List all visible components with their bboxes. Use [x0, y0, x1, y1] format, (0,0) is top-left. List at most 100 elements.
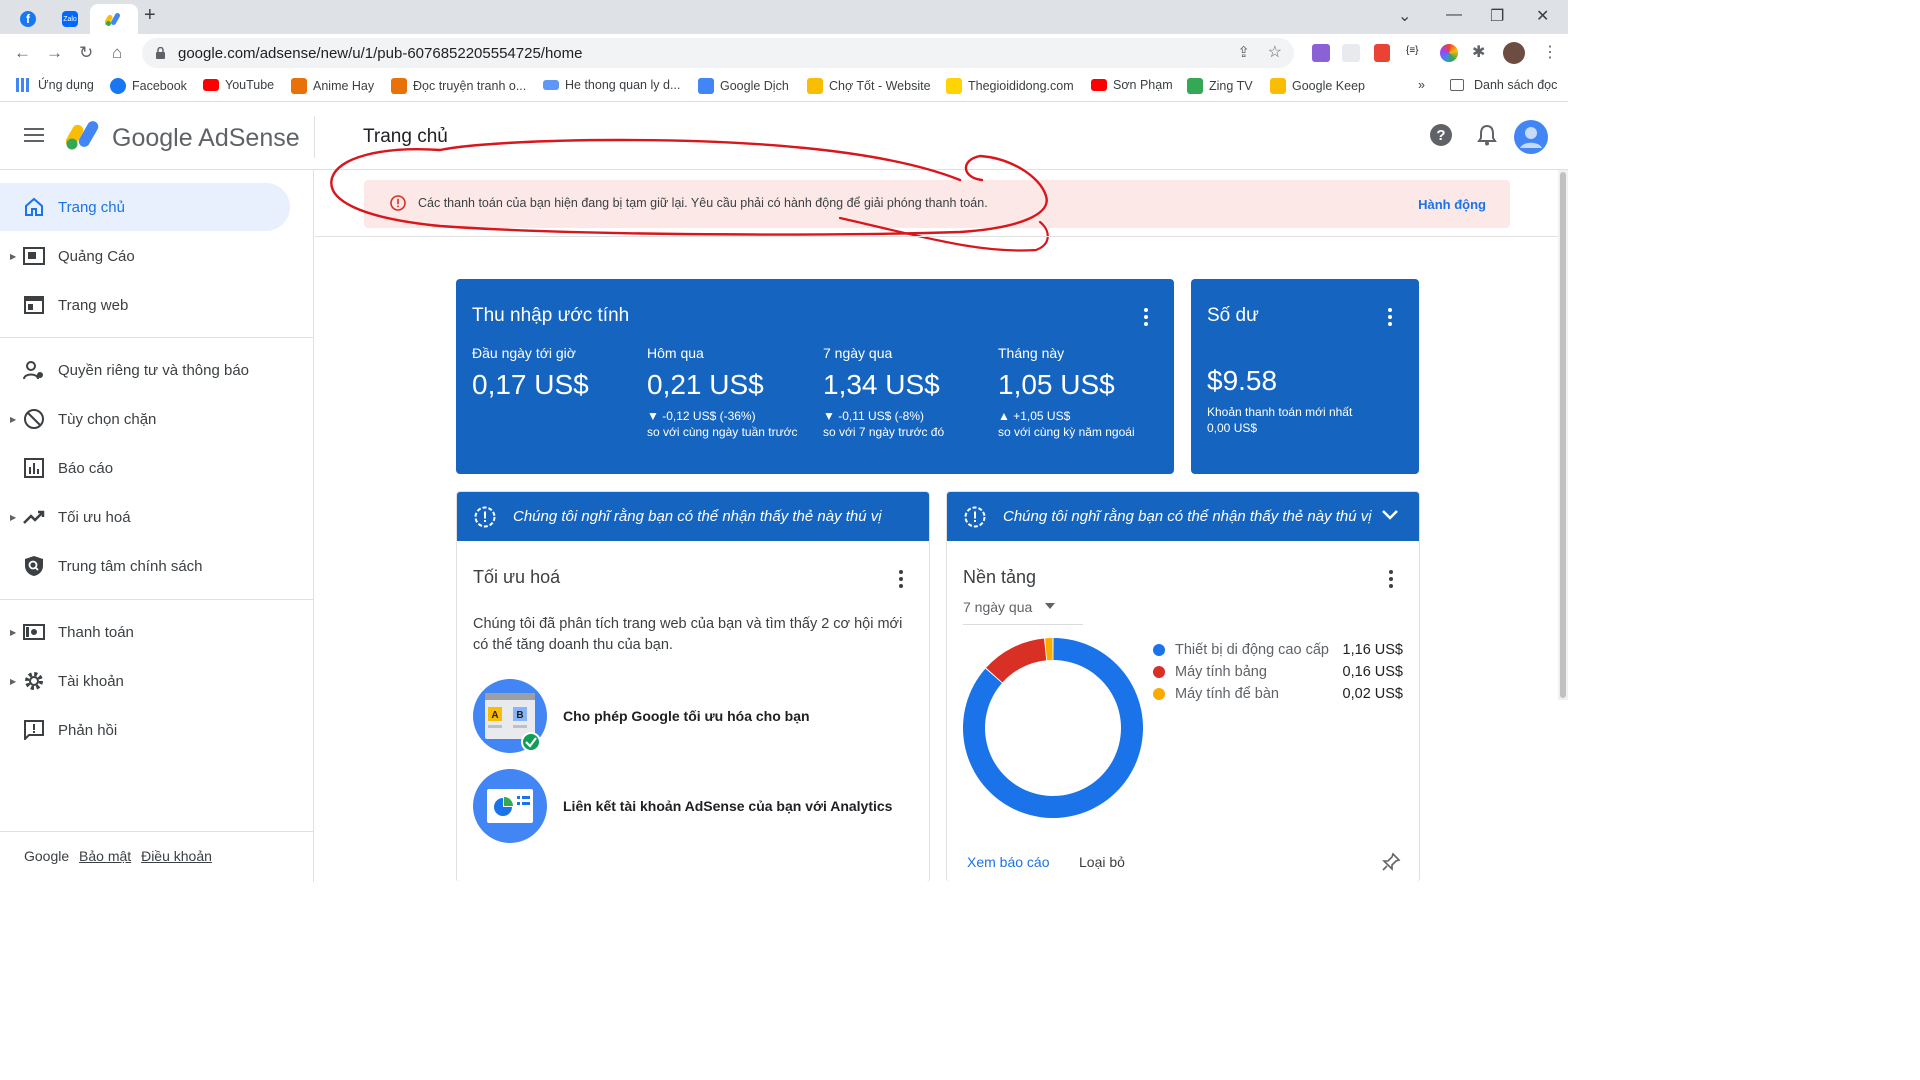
sidebar-item-feedback[interactable]: Phản hồi — [0, 706, 290, 754]
metric-comparison: so với cùng kỳ năm ngoái — [998, 425, 1135, 439]
hamburger-menu-icon[interactable] — [24, 128, 44, 142]
policy-shield-icon — [22, 554, 46, 578]
tab-zalo[interactable]: Zalo — [52, 4, 88, 34]
legend-dot — [1153, 688, 1165, 700]
extension-icon-2[interactable] — [1342, 44, 1360, 62]
minimize-button[interactable]: — — [1446, 6, 1462, 24]
account-avatar-icon[interactable] — [1514, 120, 1548, 159]
tab-facebook[interactable]: f — [8, 4, 48, 34]
extension-icon-3[interactable] — [1374, 44, 1390, 62]
profile-avatar[interactable] — [1503, 42, 1525, 64]
donut-slice-2[interactable] — [1045, 638, 1053, 661]
platform-donut-chart — [963, 638, 1143, 818]
optimization-more-options-icon[interactable] — [899, 570, 903, 591]
page-scrollbar[interactable] — [1558, 170, 1568, 700]
sidebar-item-optimization[interactable]: ▶ Tối ưu hoá — [0, 493, 290, 541]
home-icon[interactable]: ⌂ — [112, 43, 122, 63]
donut-slice-1[interactable] — [986, 638, 1047, 683]
sidebar-item-sites[interactable]: Trang web — [0, 281, 290, 329]
tab-adsense[interactable] — [90, 4, 138, 34]
platform-title: Nền tảng — [963, 567, 1037, 587]
svg-text:B: B — [516, 710, 523, 721]
reload-icon[interactable]: ↻ — [79, 43, 93, 63]
period-dropdown[interactable]: 7 ngày qua — [963, 599, 1083, 625]
notifications-bell-icon[interactable] — [1477, 124, 1497, 151]
extension-icon-4[interactable]: {≡} — [1406, 45, 1419, 56]
zalo-icon: Zalo — [62, 11, 78, 27]
bookmark-thegioididong[interactable]: Thegioididong.com — [946, 78, 1074, 94]
browser-tab-strip: f Zalo + ⌄ — ❐ ✕ — [0, 0, 1568, 34]
sidebar-item-home[interactable]: Trang chủ — [0, 183, 290, 231]
home-icon — [22, 195, 46, 219]
help-icon[interactable]: ? — [1430, 124, 1452, 151]
pin-icon[interactable] — [1381, 852, 1401, 877]
view-report-link[interactable]: Xem báo cáo — [967, 854, 1050, 870]
bookmarks-bar: Ứng dụng Facebook YouTube Anime Hay Đọc … — [0, 72, 1568, 102]
scrollbar-thumb[interactable] — [1560, 172, 1566, 698]
metric-last-7-days: 7 ngày qua 1,34 US$ ▼ -0,11 US$ (-8%) so… — [823, 345, 993, 439]
bookmark-google-dich[interactable]: Google Dịch — [698, 78, 789, 94]
sidebar-item-payments[interactable]: ▶ Thanh toán — [0, 608, 290, 656]
reading-list-button[interactable]: Danh sách đọc — [1450, 78, 1557, 92]
address-bar[interactable]: google.com/adsense/new/u/1/pub-607685220… — [142, 38, 1294, 68]
color-picker-icon[interactable] — [1440, 44, 1458, 62]
google-keep-icon — [1270, 78, 1286, 94]
sidebar-item-account[interactable]: ▶ Tài khoản — [0, 657, 290, 705]
sidebar-item-policy-center[interactable]: Trung tâm chính sách — [0, 542, 290, 590]
restore-button[interactable]: ❐ — [1490, 6, 1504, 26]
banner-text: Chúng tôi nghĩ rằng bạn có thể nhận thấy… — [1003, 508, 1372, 525]
metric-delta: ▼ -0,11 US$ (-8%) — [823, 409, 925, 423]
back-icon[interactable]: ← — [14, 43, 31, 63]
close-window-button[interactable]: ✕ — [1536, 6, 1549, 26]
tab-search-icon[interactable]: ⌄ — [1398, 6, 1411, 26]
expand-arrow-icon: ▶ — [10, 627, 17, 637]
forward-icon[interactable]: → — [46, 43, 63, 63]
bookmark-star-icon[interactable]: ☆ — [1268, 42, 1282, 62]
earnings-more-options-icon[interactable] — [1144, 308, 1148, 329]
svg-text:?: ? — [1436, 127, 1445, 144]
bookmark-son-pham[interactable]: Sơn Phạm — [1091, 78, 1173, 92]
expand-arrow-icon: ▶ — [10, 414, 17, 424]
brand-name: Google AdSense — [112, 124, 300, 152]
sidebar-item-privacy[interactable]: Quyền riêng tư và thông báo — [0, 346, 290, 394]
bookmark-he-thong[interactable]: He thong quan ly d... — [543, 78, 680, 92]
balance-more-options-icon[interactable] — [1388, 308, 1392, 329]
bookmark-google-keep[interactable]: Google Keep — [1270, 78, 1365, 94]
bookmark-zing-tv[interactable]: Zing TV — [1187, 78, 1253, 94]
platform-more-options-icon[interactable] — [1389, 570, 1393, 591]
opportunity-auto-optimize[interactable]: A B Cho phép Google tối ưu hóa cho bạn — [473, 679, 810, 753]
extension-icon-1[interactable] — [1312, 44, 1330, 62]
chevron-down-icon[interactable] — [1381, 508, 1399, 526]
last-payment-value: 0,00 US$ — [1207, 421, 1258, 435]
bookmark-youtube[interactable]: YouTube — [203, 78, 274, 92]
ab-test-icon: A B — [473, 679, 547, 753]
footer-terms-link[interactable]: Điều khoản — [141, 848, 212, 864]
svg-text:A: A — [491, 710, 498, 721]
sidebar-item-ads[interactable]: ▶ Quảng Cáo — [0, 232, 290, 280]
bookmark-cho-tot[interactable]: Chợ Tốt - Website — [807, 78, 931, 94]
bookmark-anime-hay[interactable]: Anime Hay — [291, 78, 374, 94]
puzzle-icon[interactable]: ✱ — [1472, 42, 1485, 62]
estimated-earnings-card: Thu nhập ước tính Đầu ngày tới giờ 0,17 … — [456, 279, 1174, 474]
bookmark-apps[interactable]: Ứng dụng — [16, 78, 94, 92]
metric-delta: ▲ +1,05 US$ — [998, 409, 1071, 423]
expand-arrow-icon: ▶ — [10, 251, 17, 261]
sidebar-item-reports[interactable]: Báo cáo — [0, 444, 290, 492]
anime-hay-icon — [291, 78, 307, 94]
sidebar-divider — [0, 337, 314, 338]
bookmark-doc-truyen[interactable]: Đọc truyện tranh o... — [391, 78, 526, 94]
dismiss-button[interactable]: Loại bỏ — [1079, 854, 1125, 870]
new-tab-button[interactable]: + — [144, 4, 156, 27]
banner-text: Chúng tôi nghĩ rằng bạn có thể nhận thấy… — [513, 508, 882, 525]
share-icon[interactable]: ⇪ — [1237, 43, 1250, 61]
metric-today: Đầu ngày tới giờ 0,17 US$ — [472, 345, 642, 401]
cho-tot-icon — [807, 78, 823, 94]
bookmark-facebook[interactable]: Facebook — [110, 78, 187, 94]
apps-grid-icon — [16, 78, 30, 92]
sidebar-item-blocking[interactable]: ▶ Tùy chọn chặn — [0, 395, 290, 443]
opportunity-link-analytics[interactable]: Liên kết tài khoản AdSense của bạn với A… — [473, 769, 892, 843]
footer-privacy-link[interactable]: Bảo mật — [79, 848, 131, 864]
menu-icon[interactable]: ⋮ — [1542, 42, 1558, 62]
alert-action-link[interactable]: Hành động — [1418, 197, 1486, 212]
more-bookmarks-button[interactable]: » — [1418, 78, 1425, 92]
